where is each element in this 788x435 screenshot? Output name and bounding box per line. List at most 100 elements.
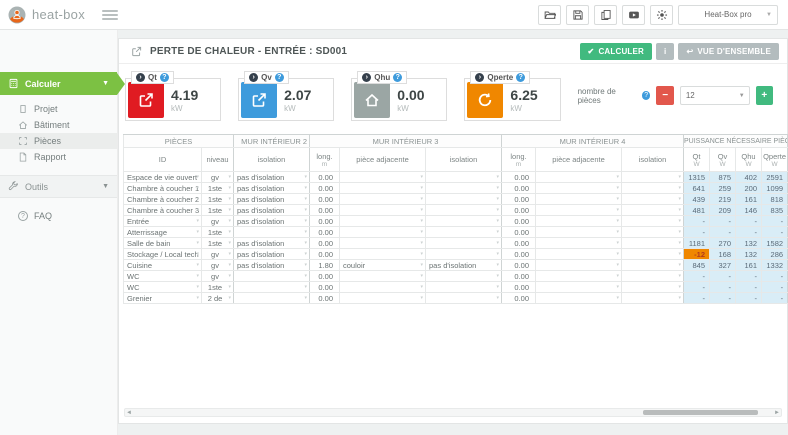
cell-m3_iso[interactable] [426, 183, 502, 194]
cell-m3_adj[interactable] [340, 238, 426, 249]
help-icon[interactable]: ? [393, 73, 402, 82]
cell-m3_long[interactable]: 0.00 [310, 216, 340, 227]
cell-m3_adj[interactable] [340, 271, 426, 282]
cell-niveau[interactable]: 1ste [202, 238, 234, 249]
cell-m4_long[interactable]: 0.00 [502, 282, 536, 293]
cell-m4_iso[interactable] [622, 260, 684, 271]
open-project-button[interactable] [538, 5, 561, 25]
cell-m4_long[interactable]: 0.00 [502, 293, 536, 304]
cell-iso2[interactable]: pas d'isolation [234, 205, 310, 216]
cell-id[interactable]: WC [124, 282, 202, 293]
cell-m4_adj[interactable] [536, 216, 622, 227]
cell-m3_iso[interactable] [426, 249, 502, 260]
cell-niveau[interactable]: gv [202, 216, 234, 227]
sidebar-item-faq[interactable]: ? FAQ [0, 208, 117, 224]
cell-id[interactable]: Entrée [124, 216, 202, 227]
cell-m4_adj[interactable] [536, 293, 622, 304]
cell-m4_adj[interactable] [536, 227, 622, 238]
cell-m3_long[interactable]: 0.00 [310, 172, 340, 183]
cell-m3_iso[interactable] [426, 238, 502, 249]
cell-id[interactable]: Cuisine [124, 260, 202, 271]
cell-m4_iso[interactable] [622, 172, 684, 183]
cell-niveau[interactable]: 1ste [202, 183, 234, 194]
cell-niveau[interactable]: gv [202, 172, 234, 183]
cell-m3_long[interactable]: 0.00 [310, 227, 340, 238]
cell-id[interactable]: Chambre à coucher 1 [124, 183, 202, 194]
sidebar-item-projet[interactable]: Projet [0, 101, 117, 117]
cell-m3_adj[interactable] [340, 172, 426, 183]
help-icon[interactable]: ? [642, 91, 651, 100]
cell-iso2[interactable] [234, 293, 310, 304]
cell-m3_iso[interactable] [426, 194, 502, 205]
rooms-count-select[interactable]: 12 ▼ [680, 86, 750, 105]
cell-m4_long[interactable]: 0.00 [502, 183, 536, 194]
cell-m4_adj[interactable] [536, 194, 622, 205]
cell-niveau[interactable]: 1ste [202, 205, 234, 216]
cell-m4_adj[interactable] [536, 271, 622, 282]
cell-m3_long[interactable]: 0.00 [310, 183, 340, 194]
cell-m4_iso[interactable] [622, 216, 684, 227]
info-button[interactable]: i [656, 43, 674, 60]
cell-iso2[interactable]: pas d'isolation [234, 238, 310, 249]
cell-m4_long[interactable]: 0.00 [502, 216, 536, 227]
toggle-circle-icon[interactable]: › [249, 73, 258, 82]
cell-m3_adj[interactable] [340, 194, 426, 205]
settings-button[interactable] [650, 5, 673, 25]
cell-m3_adj[interactable] [340, 282, 426, 293]
cell-id[interactable]: Salle de bain [124, 238, 202, 249]
cell-m3_long[interactable]: 0.00 [310, 282, 340, 293]
cell-iso2[interactable] [234, 227, 310, 238]
cell-m3_adj[interactable] [340, 293, 426, 304]
cell-m4_iso[interactable] [622, 183, 684, 194]
help-icon[interactable]: ? [516, 73, 525, 82]
cell-m4_iso[interactable] [622, 282, 684, 293]
cell-m4_iso[interactable] [622, 293, 684, 304]
scrollbar-thumb[interactable] [643, 410, 758, 415]
cell-m4_long[interactable]: 0.00 [502, 238, 536, 249]
sidebar-section-calculer[interactable]: Calculer ▼ [0, 72, 117, 95]
cell-m4_iso[interactable] [622, 205, 684, 216]
cell-iso2[interactable]: pas d'isolation [234, 249, 310, 260]
rooms-decrement-button[interactable]: − [656, 86, 673, 105]
cell-id[interactable]: Chambre à coucher 2 [124, 194, 202, 205]
cell-m4_long[interactable]: 0.00 [502, 260, 536, 271]
cell-m3_iso[interactable] [426, 205, 502, 216]
cell-m4_adj[interactable] [536, 249, 622, 260]
toggle-circle-icon[interactable]: › [475, 73, 484, 82]
scroll-left-icon[interactable]: ◄ [125, 409, 133, 416]
cell-niveau[interactable]: 1ste [202, 194, 234, 205]
cell-m3_iso[interactable] [426, 227, 502, 238]
cell-m4_adj[interactable] [536, 183, 622, 194]
cell-id[interactable]: WC [124, 271, 202, 282]
cell-m3_adj[interactable]: couloir [340, 260, 426, 271]
cell-m3_long[interactable]: 1.80 [310, 260, 340, 271]
cell-m3_adj[interactable] [340, 216, 426, 227]
video-button[interactable] [622, 5, 645, 25]
cell-m3_long[interactable]: 0.00 [310, 293, 340, 304]
cell-m4_long[interactable]: 0.00 [502, 194, 536, 205]
cell-m3_iso[interactable] [426, 293, 502, 304]
sidebar-item-rapport[interactable]: Rapport [0, 149, 117, 165]
cell-m4_iso[interactable] [622, 271, 684, 282]
calculate-button[interactable]: ✔ CALCULER [580, 43, 653, 60]
sidebar-item-pieces[interactable]: Pièces [0, 133, 117, 149]
cell-iso2[interactable]: pas d'isolation [234, 183, 310, 194]
cell-niveau[interactable]: gv [202, 271, 234, 282]
save-button[interactable] [566, 5, 589, 25]
cell-iso2[interactable] [234, 282, 310, 293]
help-icon[interactable]: ? [275, 73, 284, 82]
cell-m3_long[interactable]: 0.00 [310, 238, 340, 249]
cell-m4_iso[interactable] [622, 249, 684, 260]
product-select[interactable]: Heat-Box pro ▼ [678, 5, 778, 25]
cell-m4_adj[interactable] [536, 172, 622, 183]
cell-m4_iso[interactable] [622, 194, 684, 205]
cell-m4_long[interactable]: 0.00 [502, 205, 536, 216]
cell-id[interactable]: Stockage / Local tech [124, 249, 202, 260]
cell-iso2[interactable]: pas d'isolation [234, 194, 310, 205]
cell-m3_iso[interactable] [426, 271, 502, 282]
cell-m4_adj[interactable] [536, 205, 622, 216]
cell-m3_long[interactable]: 0.00 [310, 194, 340, 205]
cell-m3_adj[interactable] [340, 183, 426, 194]
cell-m3_iso[interactable] [426, 216, 502, 227]
cell-m4_iso[interactable] [622, 227, 684, 238]
